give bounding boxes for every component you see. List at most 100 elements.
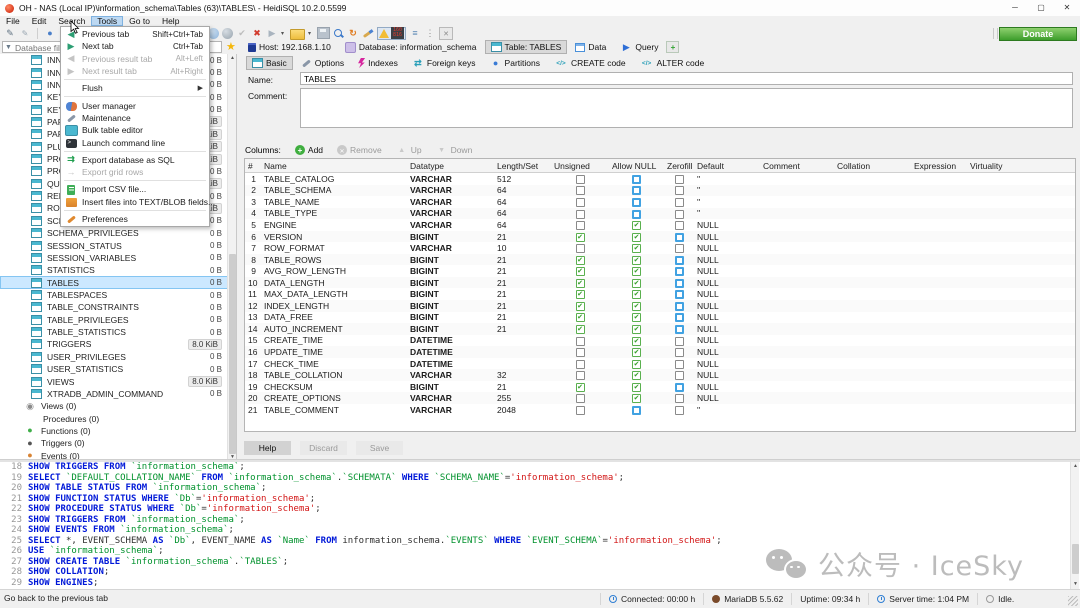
column-expression[interactable]: [911, 277, 967, 289]
zerofill-checkbox[interactable]: [675, 210, 684, 219]
column-default[interactable]: NULL: [694, 381, 760, 393]
column-collation[interactable]: [834, 219, 911, 231]
zerofill-checkbox[interactable]: [675, 394, 684, 403]
column-default[interactable]: NULL: [694, 369, 760, 381]
column-datatype[interactable]: VARCHAR: [407, 208, 494, 220]
column-comment[interactable]: [760, 312, 834, 324]
allow-null-checkbox[interactable]: [632, 233, 641, 242]
zerofill-checkbox[interactable]: [675, 371, 684, 380]
column-default[interactable]: NULL: [694, 254, 760, 266]
grid-header-name[interactable]: Name: [261, 159, 407, 173]
allow-null-checkbox[interactable]: [632, 371, 641, 380]
grid-row[interactable]: 20CREATE_OPTIONSVARCHAR255NULL: [245, 392, 1075, 404]
grid-row[interactable]: 2TABLE_SCHEMAVARCHAR64'': [245, 185, 1075, 197]
column-comment[interactable]: [760, 185, 834, 197]
column-name[interactable]: INDEX_LENGTH: [261, 300, 407, 312]
column-name[interactable]: TABLE_COLLATION: [261, 369, 407, 381]
grid-row[interactable]: 17CHECK_TIMEDATETIMENULL: [245, 358, 1075, 370]
column-virtuality[interactable]: [967, 392, 1027, 404]
designer-tab-basic[interactable]: Basic: [246, 56, 293, 70]
column-comment[interactable]: [760, 288, 834, 300]
zerofill-checkbox[interactable]: [675, 290, 684, 299]
menu-go-to[interactable]: Go to: [123, 16, 156, 26]
column-collation[interactable]: [834, 404, 911, 416]
column-default[interactable]: NULL: [694, 242, 760, 254]
grid-row[interactable]: 14AUTO_INCREMENTBIGINT21NULL: [245, 323, 1075, 335]
column-collation[interactable]: [834, 323, 911, 335]
unsigned-checkbox[interactable]: [576, 302, 585, 311]
column-default[interactable]: '': [694, 196, 760, 208]
session-manager-icon[interactable]: [44, 28, 56, 39]
column-collation[interactable]: [834, 254, 911, 266]
column-virtuality[interactable]: [967, 219, 1027, 231]
tools-menu-item-import-csv-file[interactable]: Import CSV file...: [61, 183, 209, 195]
zerofill-checkbox[interactable]: [675, 267, 684, 276]
column-virtuality[interactable]: [967, 404, 1027, 416]
column-expression[interactable]: [911, 288, 967, 300]
tools-menu-item-bulk-table-editor[interactable]: Bulk table editor: [61, 124, 209, 136]
close-grid-icon[interactable]: [439, 27, 453, 40]
column-name[interactable]: TABLE_COMMENT: [261, 404, 407, 416]
allow-null-checkbox[interactable]: [632, 313, 641, 322]
menu-tools[interactable]: Tools: [91, 16, 123, 26]
column-expression[interactable]: [911, 404, 967, 416]
column-comment[interactable]: [760, 254, 834, 266]
column-name[interactable]: AUTO_INCREMENT: [261, 323, 407, 335]
allow-null-checkbox[interactable]: [632, 360, 641, 369]
column-comment[interactable]: [760, 369, 834, 381]
column-datatype[interactable]: DATETIME: [407, 335, 494, 347]
designer-tab-alter-code[interactable]: </>ALTER code: [634, 56, 711, 70]
column-virtuality[interactable]: [967, 277, 1027, 289]
cancel-icon[interactable]: [251, 28, 263, 39]
column-comment[interactable]: [760, 196, 834, 208]
column-default[interactable]: '': [694, 404, 760, 416]
session-tab-query[interactable]: Query: [614, 40, 664, 54]
sidebar-table-session-status[interactable]: SESSION_STATUS0 B: [0, 239, 236, 251]
grid-row[interactable]: 19CHECKSUMBIGINT21NULL: [245, 381, 1075, 393]
session-tab-host-192-168-1-10[interactable]: Host: 192.168.1.10: [242, 40, 337, 54]
column-expression[interactable]: [911, 312, 967, 324]
column-length[interactable]: 21: [494, 231, 551, 243]
grid-header-[interactable]: #: [245, 159, 261, 173]
unsigned-checkbox[interactable]: [576, 325, 585, 334]
designer-tab-create-code[interactable]: </>CREATE code: [548, 56, 632, 70]
grid-header-comment[interactable]: Comment: [760, 159, 834, 173]
new-query-icon[interactable]: [4, 28, 16, 39]
column-collation[interactable]: [834, 185, 911, 197]
grid-header-default[interactable]: Default: [694, 159, 760, 173]
open-file-icon[interactable]: [290, 29, 305, 40]
zerofill-checkbox[interactable]: [675, 256, 684, 265]
column-datatype[interactable]: VARCHAR: [407, 185, 494, 197]
tools-menu-item-next-tab[interactable]: Next tabCtrl+Tab: [61, 40, 209, 52]
unsigned-checkbox[interactable]: [576, 244, 585, 253]
column-comment[interactable]: [760, 173, 834, 185]
resize-grip[interactable]: [1068, 596, 1078, 606]
column-collation[interactable]: [834, 300, 911, 312]
column-default[interactable]: NULL: [694, 277, 760, 289]
unsigned-checkbox[interactable]: [576, 290, 585, 299]
unsigned-checkbox[interactable]: [576, 267, 585, 276]
column-collation[interactable]: [834, 242, 911, 254]
allow-null-checkbox[interactable]: [632, 394, 641, 403]
add-column-button[interactable]: Add: [295, 145, 323, 155]
column-expression[interactable]: [911, 242, 967, 254]
zerofill-checkbox[interactable]: [675, 244, 684, 253]
column-name[interactable]: ENGINE: [261, 219, 407, 231]
grid-header-collation[interactable]: Collation: [834, 159, 911, 173]
column-datatype[interactable]: BIGINT: [407, 323, 494, 335]
column-name[interactable]: VERSION: [261, 231, 407, 243]
allow-null-checkbox[interactable]: [632, 175, 641, 184]
sql-log-scroll-thumb[interactable]: [1072, 544, 1079, 574]
column-default[interactable]: NULL: [694, 265, 760, 277]
tools-menu-item-maintenance[interactable]: Maintenance: [61, 112, 209, 124]
tools-menu-item-user-manager[interactable]: User manager: [61, 99, 209, 111]
column-default[interactable]: NULL: [694, 312, 760, 324]
column-length[interactable]: 10: [494, 242, 551, 254]
session-tab-data[interactable]: Data: [569, 40, 612, 54]
grid-header-expression[interactable]: Expression: [911, 159, 967, 173]
zerofill-checkbox[interactable]: [675, 337, 684, 346]
column-datatype[interactable]: VARCHAR: [407, 196, 494, 208]
column-virtuality[interactable]: [967, 196, 1027, 208]
column-datatype[interactable]: DATETIME: [407, 346, 494, 358]
allow-null-checkbox[interactable]: [632, 383, 641, 392]
